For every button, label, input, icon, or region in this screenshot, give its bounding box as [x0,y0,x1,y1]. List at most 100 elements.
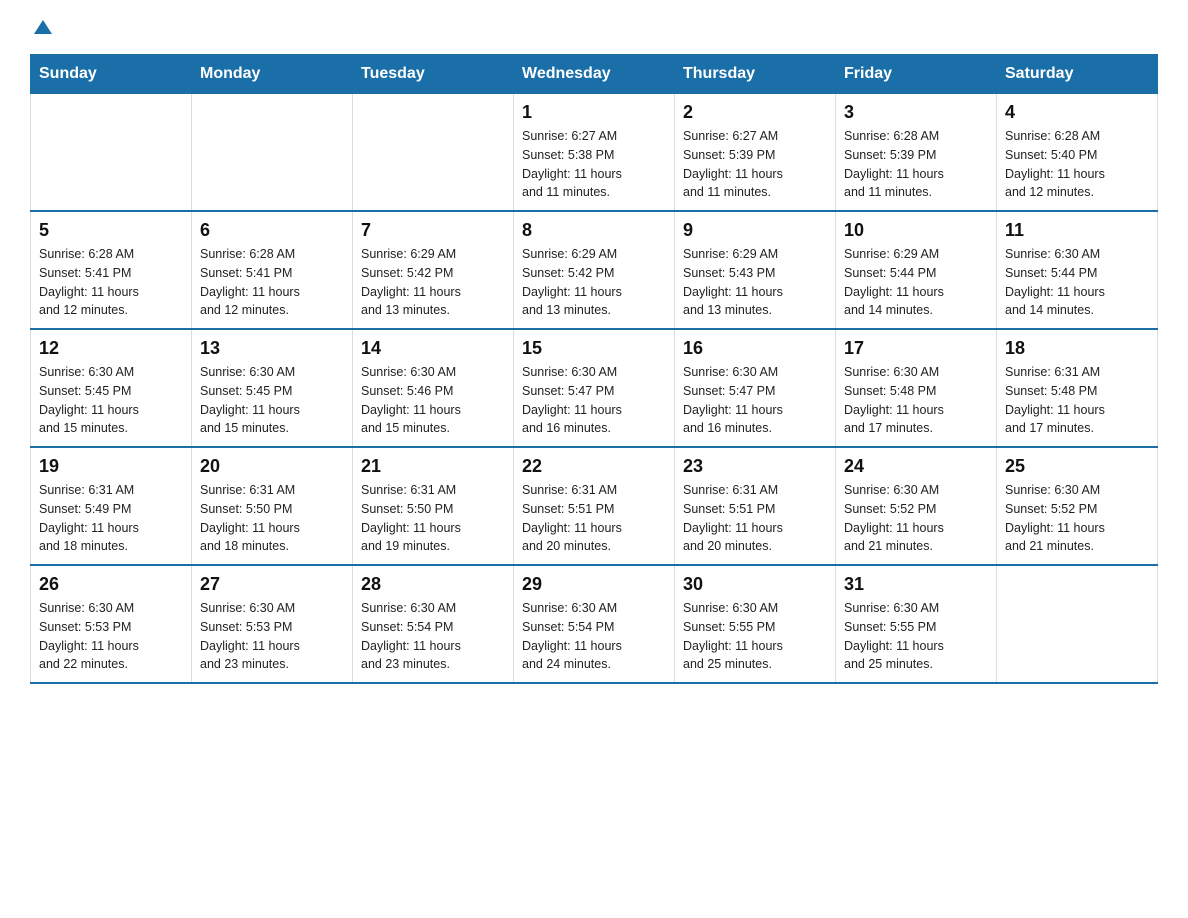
day-number: 9 [683,220,827,241]
calendar-cell: 15 Sunrise: 6:30 AMSunset: 5:47 PMDayligh… [514,329,675,447]
calendar-cell: 9 Sunrise: 6:29 AMSunset: 5:43 PMDaylight… [675,211,836,329]
day-number: 16 [683,338,827,359]
day-number: 19 [39,456,183,477]
day-info: Sunrise: 6:30 AMSunset: 5:52 PMDaylight:… [844,481,988,556]
column-header-monday: Monday [192,55,353,94]
day-number: 15 [522,338,666,359]
column-header-sunday: Sunday [31,55,192,94]
calendar-cell: 13 Sunrise: 6:30 AMSunset: 5:45 PMDayligh… [192,329,353,447]
day-info: Sunrise: 6:30 AMSunset: 5:46 PMDaylight:… [361,363,505,438]
calendar-cell: 6Sunrise: 6:28 AMSunset: 5:41 PMDaylight… [192,211,353,329]
calendar-cell: 24 Sunrise: 6:30 AMSunset: 5:52 PMDayligh… [836,447,997,565]
calendar-cell: 18Sunrise: 6:31 AMSunset: 5:48 PMDayligh… [997,329,1158,447]
calendar-cell: 20 Sunrise: 6:31 AMSunset: 5:50 PMDayligh… [192,447,353,565]
week-row: 26 Sunrise: 6:30 AMSunset: 5:53 PMDayligh… [31,565,1158,683]
day-info: Sunrise: 6:30 AMSunset: 5:47 PMDaylight:… [683,363,827,438]
week-row: 19 Sunrise: 6:31 AMSunset: 5:49 PMDayligh… [31,447,1158,565]
week-row: 1 Sunrise: 6:27 AMSunset: 5:38 PMDaylight… [31,94,1158,212]
day-number: 8 [522,220,666,241]
day-number: 17 [844,338,988,359]
logo [30,20,58,34]
day-info: Sunrise: 6:30 AMSunset: 5:45 PMDaylight:… [200,363,344,438]
calendar-cell [192,94,353,212]
calendar-cell: 7 Sunrise: 6:29 AMSunset: 5:42 PMDaylight… [353,211,514,329]
day-number: 24 [844,456,988,477]
day-number: 26 [39,574,183,595]
day-info: Sunrise: 6:30 AMSunset: 5:55 PMDaylight:… [844,599,988,674]
calendar-cell: 2 Sunrise: 6:27 AMSunset: 5:39 PMDaylight… [675,94,836,212]
column-header-saturday: Saturday [997,55,1158,94]
calendar-cell: 21Sunrise: 6:31 AMSunset: 5:50 PMDayligh… [353,447,514,565]
calendar-cell: 12Sunrise: 6:30 AMSunset: 5:45 PMDayligh… [31,329,192,447]
logo-triangle-icon [34,20,52,34]
day-number: 25 [1005,456,1149,477]
calendar-cell: 25 Sunrise: 6:30 AMSunset: 5:52 PMDayligh… [997,447,1158,565]
day-number: 2 [683,102,827,123]
calendar-cell: 17Sunrise: 6:30 AMSunset: 5:48 PMDayligh… [836,329,997,447]
calendar-cell: 3Sunrise: 6:28 AMSunset: 5:39 PMDaylight… [836,94,997,212]
calendar-cell: 28Sunrise: 6:30 AMSunset: 5:54 PMDayligh… [353,565,514,683]
page-header [30,20,1158,34]
day-number: 29 [522,574,666,595]
day-info: Sunrise: 6:29 AMSunset: 5:43 PMDaylight:… [683,245,827,320]
day-info: Sunrise: 6:31 AMSunset: 5:50 PMDaylight:… [361,481,505,556]
day-info: Sunrise: 6:27 AMSunset: 5:38 PMDaylight:… [522,127,666,202]
calendar-cell: 22Sunrise: 6:31 AMSunset: 5:51 PMDayligh… [514,447,675,565]
day-info: Sunrise: 6:29 AMSunset: 5:42 PMDaylight:… [361,245,505,320]
calendar-cell: 10Sunrise: 6:29 AMSunset: 5:44 PMDayligh… [836,211,997,329]
calendar-cell: 1 Sunrise: 6:27 AMSunset: 5:38 PMDaylight… [514,94,675,212]
calendar-cell: 11 Sunrise: 6:30 AMSunset: 5:44 PMDayligh… [997,211,1158,329]
day-info: Sunrise: 6:28 AMSunset: 5:41 PMDaylight:… [39,245,183,320]
day-number: 18 [1005,338,1149,359]
calendar-cell: 16 Sunrise: 6:30 AMSunset: 5:47 PMDayligh… [675,329,836,447]
day-info: Sunrise: 6:30 AMSunset: 5:52 PMDaylight:… [1005,481,1149,556]
day-number: 27 [200,574,344,595]
column-header-friday: Friday [836,55,997,94]
day-info: Sunrise: 6:31 AMSunset: 5:49 PMDaylight:… [39,481,183,556]
day-info: Sunrise: 6:31 AMSunset: 5:50 PMDaylight:… [200,481,344,556]
calendar-cell: 8Sunrise: 6:29 AMSunset: 5:42 PMDaylight… [514,211,675,329]
day-info: Sunrise: 6:30 AMSunset: 5:45 PMDaylight:… [39,363,183,438]
day-info: Sunrise: 6:30 AMSunset: 5:54 PMDaylight:… [522,599,666,674]
day-number: 10 [844,220,988,241]
day-number: 23 [683,456,827,477]
calendar-cell: 5 Sunrise: 6:28 AMSunset: 5:41 PMDaylight… [31,211,192,329]
calendar-header: SundayMondayTuesdayWednesdayThursdayFrid… [31,55,1158,94]
day-number: 7 [361,220,505,241]
calendar-table: SundayMondayTuesdayWednesdayThursdayFrid… [30,54,1158,684]
day-number: 31 [844,574,988,595]
week-row: 12Sunrise: 6:30 AMSunset: 5:45 PMDayligh… [31,329,1158,447]
day-number: 4 [1005,102,1149,123]
day-number: 20 [200,456,344,477]
day-info: Sunrise: 6:28 AMSunset: 5:40 PMDaylight:… [1005,127,1149,202]
calendar-body: 1 Sunrise: 6:27 AMSunset: 5:38 PMDaylight… [31,94,1158,684]
day-number: 28 [361,574,505,595]
day-number: 6 [200,220,344,241]
calendar-cell: 31 Sunrise: 6:30 AMSunset: 5:55 PMDayligh… [836,565,997,683]
day-number: 30 [683,574,827,595]
day-info: Sunrise: 6:30 AMSunset: 5:53 PMDaylight:… [200,599,344,674]
day-info: Sunrise: 6:30 AMSunset: 5:55 PMDaylight:… [683,599,827,674]
day-info: Sunrise: 6:30 AMSunset: 5:53 PMDaylight:… [39,599,183,674]
day-info: Sunrise: 6:27 AMSunset: 5:39 PMDaylight:… [683,127,827,202]
calendar-cell: 27 Sunrise: 6:30 AMSunset: 5:53 PMDayligh… [192,565,353,683]
day-info: Sunrise: 6:28 AMSunset: 5:39 PMDaylight:… [844,127,988,202]
day-number: 14 [361,338,505,359]
calendar-cell [997,565,1158,683]
day-info: Sunrise: 6:31 AMSunset: 5:51 PMDaylight:… [522,481,666,556]
day-info: Sunrise: 6:31 AMSunset: 5:51 PMDaylight:… [683,481,827,556]
day-number: 1 [522,102,666,123]
calendar-cell: 4 Sunrise: 6:28 AMSunset: 5:40 PMDaylight… [997,94,1158,212]
day-number: 5 [39,220,183,241]
calendar-cell: 29 Sunrise: 6:30 AMSunset: 5:54 PMDayligh… [514,565,675,683]
calendar-cell: 23 Sunrise: 6:31 AMSunset: 5:51 PMDayligh… [675,447,836,565]
calendar-cell [31,94,192,212]
calendar-cell [353,94,514,212]
day-number: 13 [200,338,344,359]
day-info: Sunrise: 6:30 AMSunset: 5:47 PMDaylight:… [522,363,666,438]
week-row: 5 Sunrise: 6:28 AMSunset: 5:41 PMDaylight… [31,211,1158,329]
calendar-cell: 14 Sunrise: 6:30 AMSunset: 5:46 PMDayligh… [353,329,514,447]
day-info: Sunrise: 6:30 AMSunset: 5:44 PMDaylight:… [1005,245,1149,320]
column-header-tuesday: Tuesday [353,55,514,94]
day-number: 11 [1005,220,1149,241]
